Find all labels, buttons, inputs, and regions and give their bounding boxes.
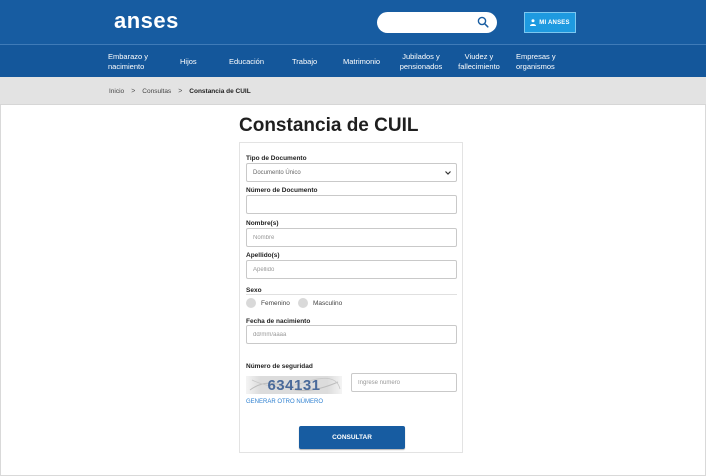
- breadcrumb-bar: Inicio > Consultas > Constancia de CUIL: [0, 77, 706, 105]
- seguridad-label: Número de seguridad: [246, 363, 313, 370]
- main-nav: Embarazo y nacimiento Hijos Educación Tra…: [0, 44, 706, 77]
- nav-item-educacion[interactable]: Educación: [229, 45, 264, 78]
- page-title: Constancia de CUIL: [239, 115, 419, 136]
- captcha-input[interactable]: [351, 373, 457, 392]
- breadcrumb-current: Constancia de CUIL: [189, 87, 251, 95]
- tipo-documento-value: Documento Único: [253, 169, 301, 176]
- fecha-nacimiento-label: Fecha de nacimiento: [246, 318, 311, 325]
- nav-item-matrimonio[interactable]: Matrimonio: [343, 45, 380, 78]
- nav-item-jubilados[interactable]: Jubilados y pensionados: [396, 45, 446, 78]
- sexo-label: Sexo: [246, 287, 262, 294]
- breadcrumb-inicio[interactable]: Inicio: [109, 88, 124, 95]
- radio-femenino[interactable]: Femenino: [246, 298, 290, 308]
- sexo-divider: [246, 294, 457, 295]
- search-box[interactable]: [377, 12, 497, 33]
- tipo-documento-label: Tipo de Documento: [246, 155, 307, 162]
- breadcrumb-consultas[interactable]: Consultas: [142, 88, 171, 95]
- chevron-down-icon: [445, 171, 451, 175]
- consultar-button[interactable]: CONSULTAR: [299, 426, 405, 449]
- nav-item-trabajo[interactable]: Trabajo: [292, 45, 317, 78]
- radio-circle[interactable]: [298, 298, 308, 308]
- breadcrumb-separator: >: [178, 87, 183, 95]
- nav-item-embarazo[interactable]: Embarazo y nacimiento: [108, 45, 148, 78]
- cuil-form: Tipo de Documento Documento Único Número…: [239, 142, 463, 453]
- numero-documento-input[interactable]: [246, 195, 457, 214]
- nombre-label: Nombre(s): [246, 220, 279, 227]
- tipo-documento-select[interactable]: Documento Único: [246, 163, 457, 182]
- apellido-input[interactable]: [246, 260, 457, 279]
- nav-item-empresas[interactable]: Empresas y organismos: [516, 45, 556, 78]
- mi-anses-label: MI ANSES: [539, 19, 570, 26]
- anses-logo[interactable]: anses: [114, 8, 179, 34]
- apellido-label: Apellido(s): [246, 252, 280, 259]
- regenerate-captcha-link[interactable]: GENERAR OTRO NÚMERO: [246, 399, 323, 405]
- search-input[interactable]: [377, 12, 477, 33]
- captcha-image: 634131: [246, 376, 342, 394]
- fecha-nacimiento-input[interactable]: [246, 325, 457, 344]
- numero-documento-label: Número de Documento: [246, 187, 318, 194]
- nombre-input[interactable]: [246, 228, 457, 247]
- nav-item-viudez[interactable]: Viudez y fallecimiento: [455, 45, 503, 78]
- user-icon: [530, 19, 537, 26]
- mi-anses-button[interactable]: MI ANSES: [524, 12, 576, 33]
- radio-masculino[interactable]: Masculino: [298, 298, 342, 308]
- breadcrumb-separator: >: [131, 87, 136, 95]
- breadcrumb: Inicio > Consultas > Constancia de CUIL: [109, 77, 251, 105]
- top-bar: anses MI ANSES: [0, 0, 706, 44]
- nav-item-hijos[interactable]: Hijos: [180, 45, 197, 78]
- radio-circle[interactable]: [246, 298, 256, 308]
- captcha-text: 634131: [267, 377, 320, 394]
- search-icon[interactable]: [477, 16, 489, 28]
